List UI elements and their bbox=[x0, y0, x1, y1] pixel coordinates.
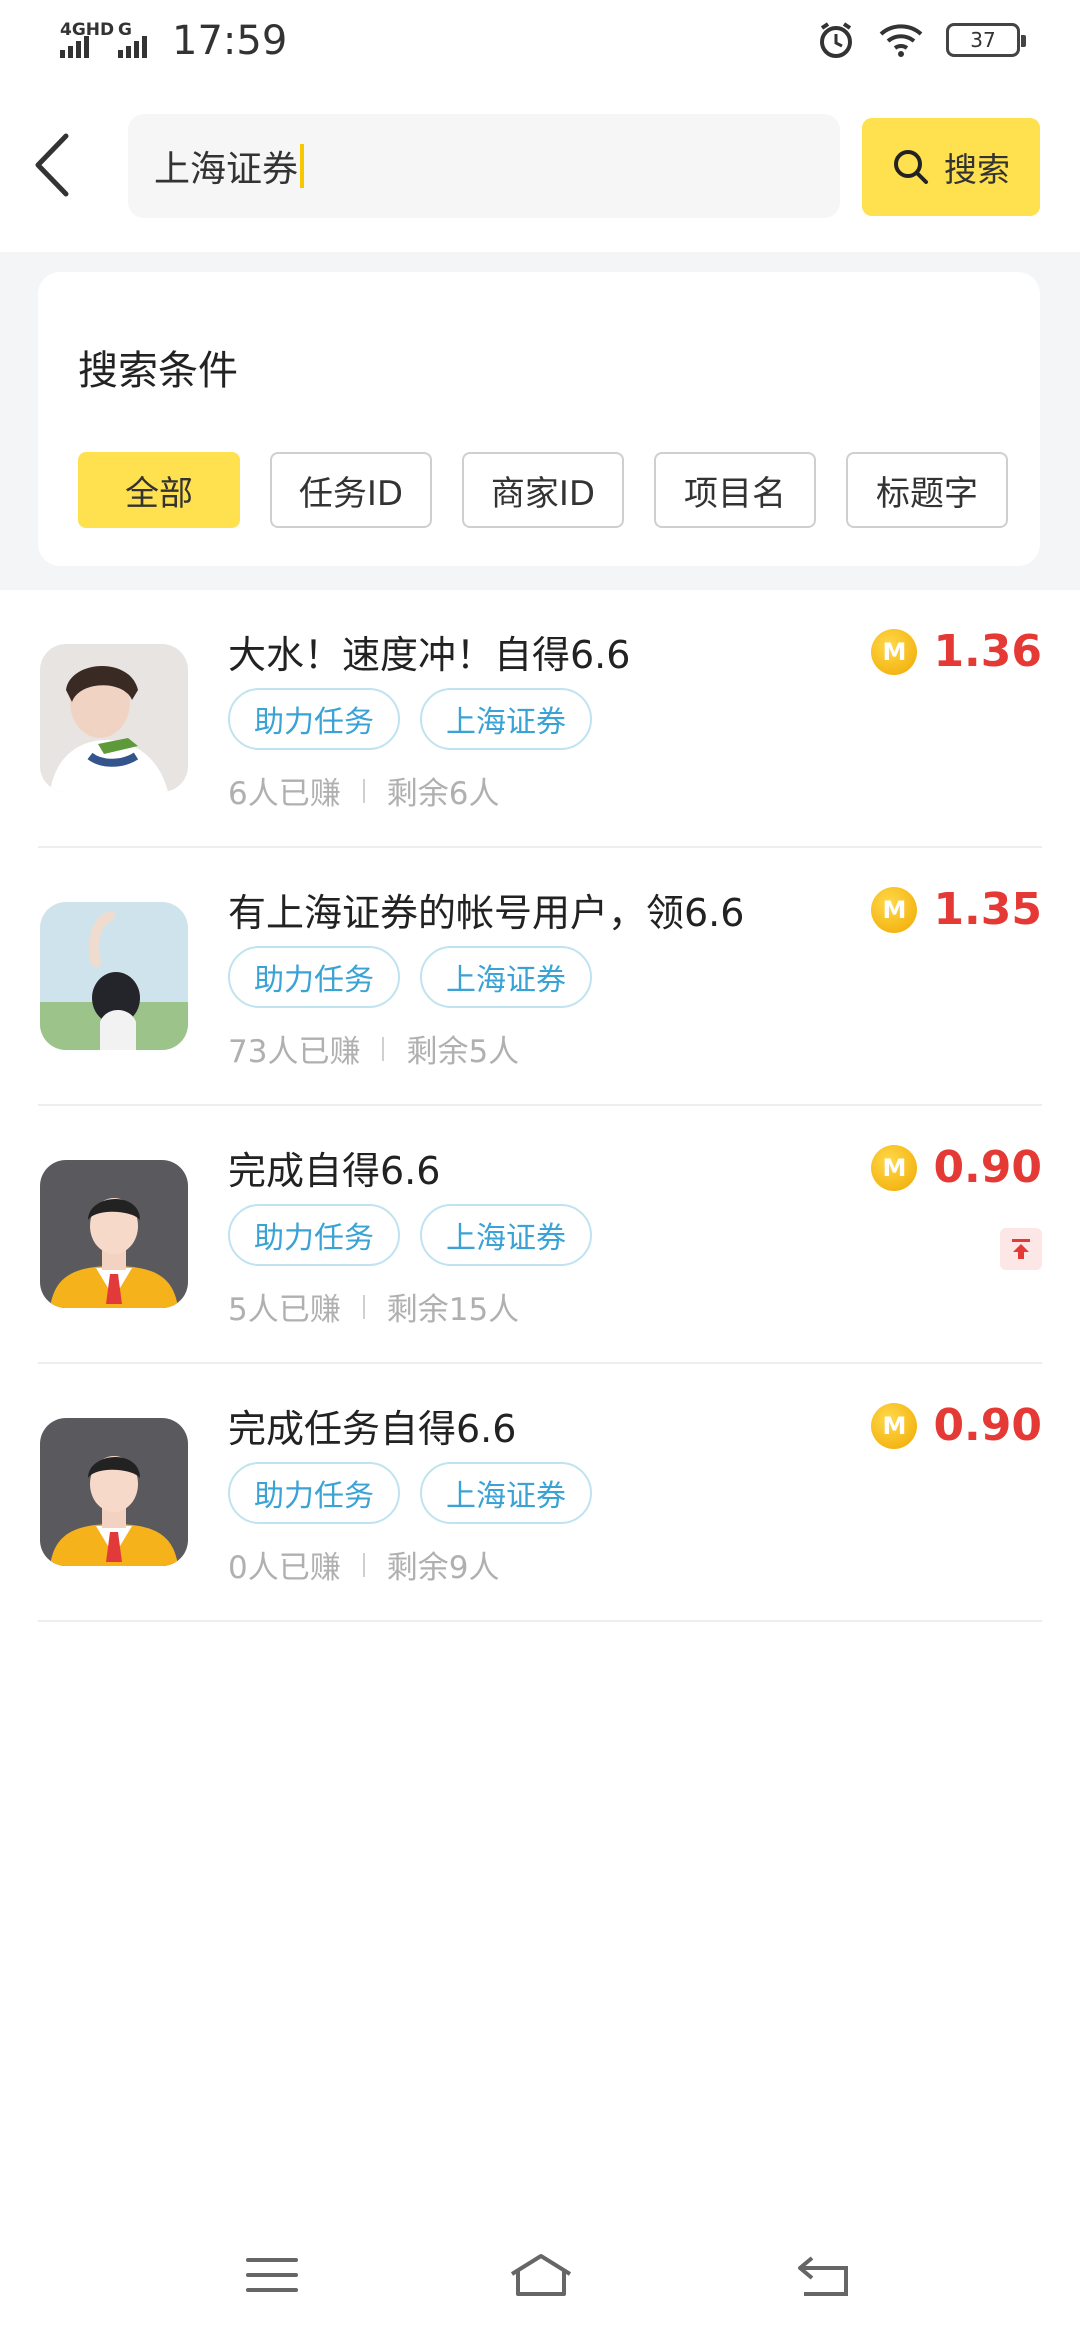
search-header: 上海证券 搜索 bbox=[0, 100, 1080, 250]
battery-icon: 37 bbox=[946, 23, 1026, 57]
tag-project: 上海证券 bbox=[420, 1462, 592, 1524]
menu-icon[interactable] bbox=[242, 2250, 302, 2300]
alarm-icon bbox=[820, 22, 852, 58]
earned-count: 6人已赚 bbox=[228, 776, 341, 812]
signal-icon-2 bbox=[118, 36, 147, 58]
search-query: 上海证券 bbox=[154, 149, 299, 190]
battery-level: 37 bbox=[970, 28, 996, 52]
task-tags: 助力任务 上海证券 bbox=[228, 1462, 592, 1524]
tag-task-type: 助力任务 bbox=[228, 946, 400, 1008]
chip-task-id[interactable]: 任务ID bbox=[270, 452, 432, 528]
avatar bbox=[40, 1418, 188, 1566]
back-icon[interactable] bbox=[794, 2250, 854, 2300]
reward: M 1.35 bbox=[871, 884, 1042, 935]
filter-card: 搜索条件 全部 任务ID 商家ID 项目名 标题字 bbox=[38, 272, 1040, 566]
filter-chips: 全部 任务ID 商家ID 项目名 标题字 bbox=[78, 452, 1008, 528]
status-bar: 4GHD G 17:59 37 bbox=[0, 0, 1080, 90]
task-tags: 助力任务 上海证券 bbox=[228, 688, 592, 750]
filter-section: 搜索条件 全部 任务ID 商家ID 项目名 标题字 bbox=[0, 252, 1080, 590]
search-icon bbox=[894, 150, 928, 184]
tag-project: 上海证券 bbox=[420, 946, 592, 1008]
chip-all[interactable]: 全部 bbox=[78, 452, 240, 528]
system-nav-bar bbox=[0, 2210, 1080, 2340]
wifi-icon bbox=[879, 24, 923, 57]
chip-title-keyword[interactable]: 标题字 bbox=[846, 452, 1008, 528]
reward-amount: 0.90 bbox=[933, 1400, 1042, 1451]
earned-count: 73人已赚 bbox=[228, 1034, 361, 1070]
remaining-count: 剩余6人 bbox=[386, 776, 500, 812]
task-title: 完成任务自得6.6 bbox=[228, 1407, 517, 1451]
task-tags: 助力任务 上海证券 bbox=[228, 946, 592, 1008]
task-stats: 6人已赚 剩余6人 bbox=[228, 768, 499, 813]
avatar bbox=[40, 644, 188, 792]
remaining-count: 剩余15人 bbox=[386, 1292, 520, 1328]
task-tags: 助力任务 上海证券 bbox=[228, 1204, 592, 1266]
coin-icon: M bbox=[871, 1144, 918, 1191]
filter-title: 搜索条件 bbox=[78, 348, 238, 394]
reward-amount: 0.90 bbox=[933, 1142, 1042, 1193]
reward: M 0.90 bbox=[871, 1142, 1042, 1193]
search-input[interactable]: 上海证券 bbox=[128, 114, 840, 218]
reward: M 0.90 bbox=[871, 1400, 1042, 1451]
tag-task-type: 助力任务 bbox=[228, 688, 400, 750]
tag-task-type: 助力任务 bbox=[228, 1204, 400, 1266]
pin-to-top-icon[interactable] bbox=[1000, 1228, 1042, 1270]
remaining-count: 剩余9人 bbox=[386, 1550, 500, 1586]
task-stats: 0人已赚 剩余9人 bbox=[228, 1542, 499, 1587]
task-item[interactable]: 大水！速度冲！自得6.6 助力任务 上海证券 6人已赚 剩余6人 M 1.36 bbox=[38, 590, 1042, 848]
chip-merchant-id[interactable]: 商家ID bbox=[462, 452, 624, 528]
task-item[interactable]: 有上海证券的帐号用户，领6.6 助力任务 上海证券 73人已赚 剩余5人 M 1.… bbox=[38, 848, 1042, 1106]
coin-icon: M bbox=[871, 628, 918, 675]
task-list: 大水！速度冲！自得6.6 助力任务 上海证券 6人已赚 剩余6人 M 1.36 有… bbox=[0, 590, 1080, 1622]
text-caret bbox=[300, 144, 305, 188]
avatar bbox=[40, 902, 188, 1050]
earned-count: 5人已赚 bbox=[228, 1292, 341, 1328]
tag-project: 上海证券 bbox=[420, 1204, 592, 1266]
task-title: 大水！速度冲！自得6.6 bbox=[228, 633, 631, 677]
search-button-label: 搜索 bbox=[944, 150, 1010, 189]
tag-task-type: 助力任务 bbox=[228, 1462, 400, 1524]
coin-icon: M bbox=[871, 1402, 918, 1449]
tag-project: 上海证券 bbox=[420, 688, 592, 750]
remaining-count: 剩余5人 bbox=[406, 1034, 520, 1070]
task-item[interactable]: 完成任务自得6.6 助力任务 上海证券 0人已赚 剩余9人 M 0.90 bbox=[38, 1364, 1042, 1622]
earned-count: 0人已赚 bbox=[228, 1550, 341, 1586]
avatar bbox=[40, 1160, 188, 1308]
reward: M 1.36 bbox=[871, 626, 1042, 677]
reward-amount: 1.36 bbox=[933, 626, 1042, 677]
search-button[interactable]: 搜索 bbox=[862, 118, 1040, 216]
chip-project-name[interactable]: 项目名 bbox=[654, 452, 816, 528]
task-stats: 5人已赚 剩余15人 bbox=[228, 1284, 519, 1329]
task-title: 有上海证券的帐号用户，领6.6 bbox=[228, 891, 745, 935]
task-item[interactable]: 完成自得6.6 助力任务 上海证券 5人已赚 剩余15人 M 0.90 bbox=[38, 1106, 1042, 1364]
home-icon[interactable] bbox=[506, 2250, 576, 2300]
task-stats: 73人已赚 剩余5人 bbox=[228, 1026, 519, 1071]
back-arrow-icon[interactable] bbox=[28, 130, 78, 200]
coin-icon: M bbox=[871, 886, 918, 933]
clock: 17:59 bbox=[172, 18, 288, 64]
task-title: 完成自得6.6 bbox=[228, 1149, 441, 1193]
reward-amount: 1.35 bbox=[933, 884, 1042, 935]
signal-icon bbox=[60, 36, 89, 58]
